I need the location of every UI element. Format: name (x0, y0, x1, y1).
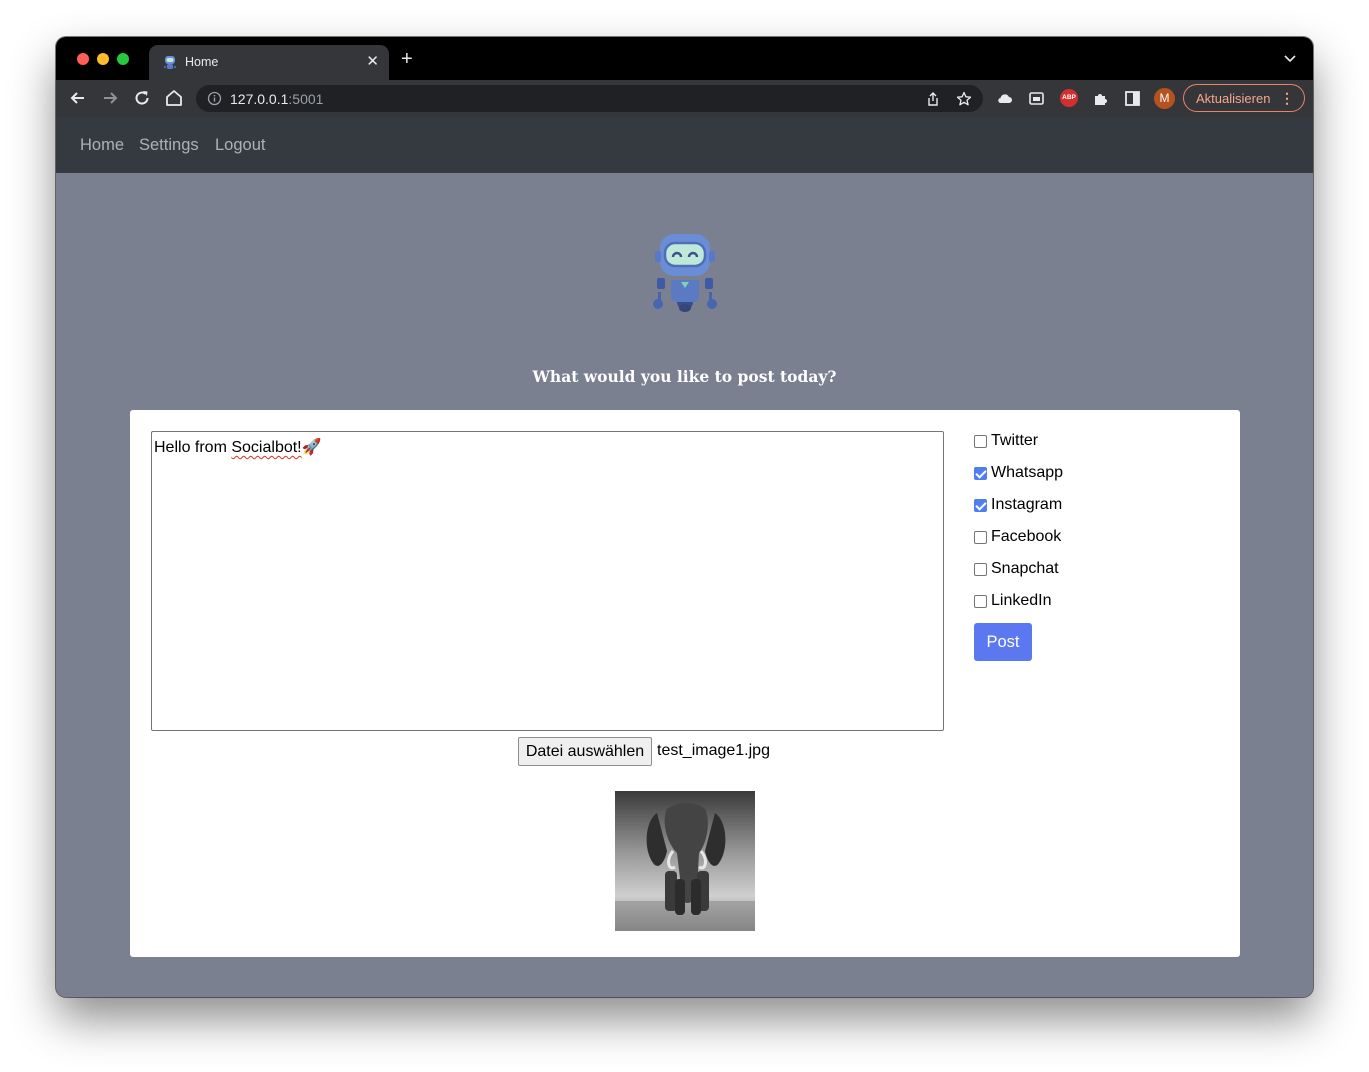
tab-title: Home (185, 55, 219, 69)
share-icon[interactable] (925, 91, 941, 107)
snapchat-checkbox[interactable] (974, 563, 987, 576)
post-card: Hello from Socialbot!🚀 Datei auswählen t… (130, 410, 1240, 957)
selected-file-name: test_image1.jpg (657, 742, 770, 759)
browser-toolbar: 127.0.0.1:5001 ABP M Aktualisieren ⋮ (56, 80, 1313, 117)
tab-home[interactable]: Home ✕ (149, 45, 389, 80)
platform-checkbox-list: Twitter Whatsapp Instagram Facebook Snap… (974, 432, 1194, 624)
platform-item-whatsapp[interactable]: Whatsapp (974, 464, 1194, 496)
maximize-window-button[interactable] (117, 53, 129, 65)
socialbot-robot-logo (653, 234, 717, 312)
platform-item-facebook[interactable]: Facebook (974, 528, 1194, 560)
nav-link-settings[interactable]: Settings (139, 136, 199, 155)
nav-link-home[interactable]: Home (80, 136, 124, 155)
site-navbar: Home Settings Logout (56, 117, 1313, 173)
post-button[interactable]: Post (974, 623, 1032, 661)
rocket-emoji: 🚀 (301, 439, 322, 456)
minimize-window-button[interactable] (97, 53, 109, 65)
browser-window: Home ✕ + 127.0.0.1:5001 ABP M Aktualisie… (56, 37, 1313, 997)
window-extension-icon[interactable] (1028, 90, 1045, 107)
platform-item-snapchat[interactable]: Snapchat (974, 560, 1194, 592)
tab-search-chevron-icon[interactable] (1283, 51, 1297, 65)
new-tab-icon[interactable]: + (401, 48, 413, 71)
close-window-button[interactable] (77, 53, 89, 65)
adblock-icon[interactable]: ABP (1060, 89, 1078, 107)
url-text: 127.0.0.1:5001 (230, 91, 324, 107)
side-panel-icon[interactable] (1124, 90, 1141, 107)
page-prompt: What would you like to post today? (532, 367, 837, 386)
profile-avatar[interactable]: M (1154, 88, 1175, 109)
platform-item-linkedin[interactable]: LinkedIn (974, 592, 1194, 624)
linkedin-checkbox[interactable] (974, 595, 987, 608)
tab-strip: Home ✕ + (56, 37, 1313, 80)
whatsapp-checkbox[interactable] (974, 467, 987, 480)
site-info-icon[interactable] (207, 91, 222, 106)
elephant-image-preview (615, 791, 755, 931)
platform-item-instagram[interactable]: Instagram (974, 496, 1194, 528)
bookmark-star-icon[interactable] (956, 91, 972, 107)
cloud-extension-icon[interactable] (996, 90, 1013, 107)
tab-close-icon[interactable]: ✕ (366, 52, 379, 70)
forward-icon[interactable] (100, 88, 120, 108)
nav-link-logout[interactable]: Logout (215, 136, 265, 155)
platform-item-twitter[interactable]: Twitter (974, 432, 1194, 464)
post-textarea[interactable]: Hello from Socialbot!🚀 (151, 431, 944, 731)
instagram-checkbox[interactable] (974, 499, 987, 512)
back-icon[interactable] (68, 88, 88, 108)
address-bar[interactable]: 127.0.0.1:5001 (196, 85, 983, 112)
twitter-checkbox[interactable] (974, 435, 987, 448)
extensions-puzzle-icon[interactable] (1092, 90, 1109, 107)
home-icon[interactable] (164, 88, 184, 108)
menu-dots-icon: ⋮ (1280, 90, 1294, 106)
facebook-checkbox[interactable] (974, 531, 987, 544)
robot-favicon-icon (163, 56, 177, 69)
update-browser-button[interactable]: Aktualisieren ⋮ (1183, 84, 1305, 112)
reload-icon[interactable] (132, 88, 152, 108)
choose-file-button[interactable]: Datei auswählen (518, 737, 652, 766)
